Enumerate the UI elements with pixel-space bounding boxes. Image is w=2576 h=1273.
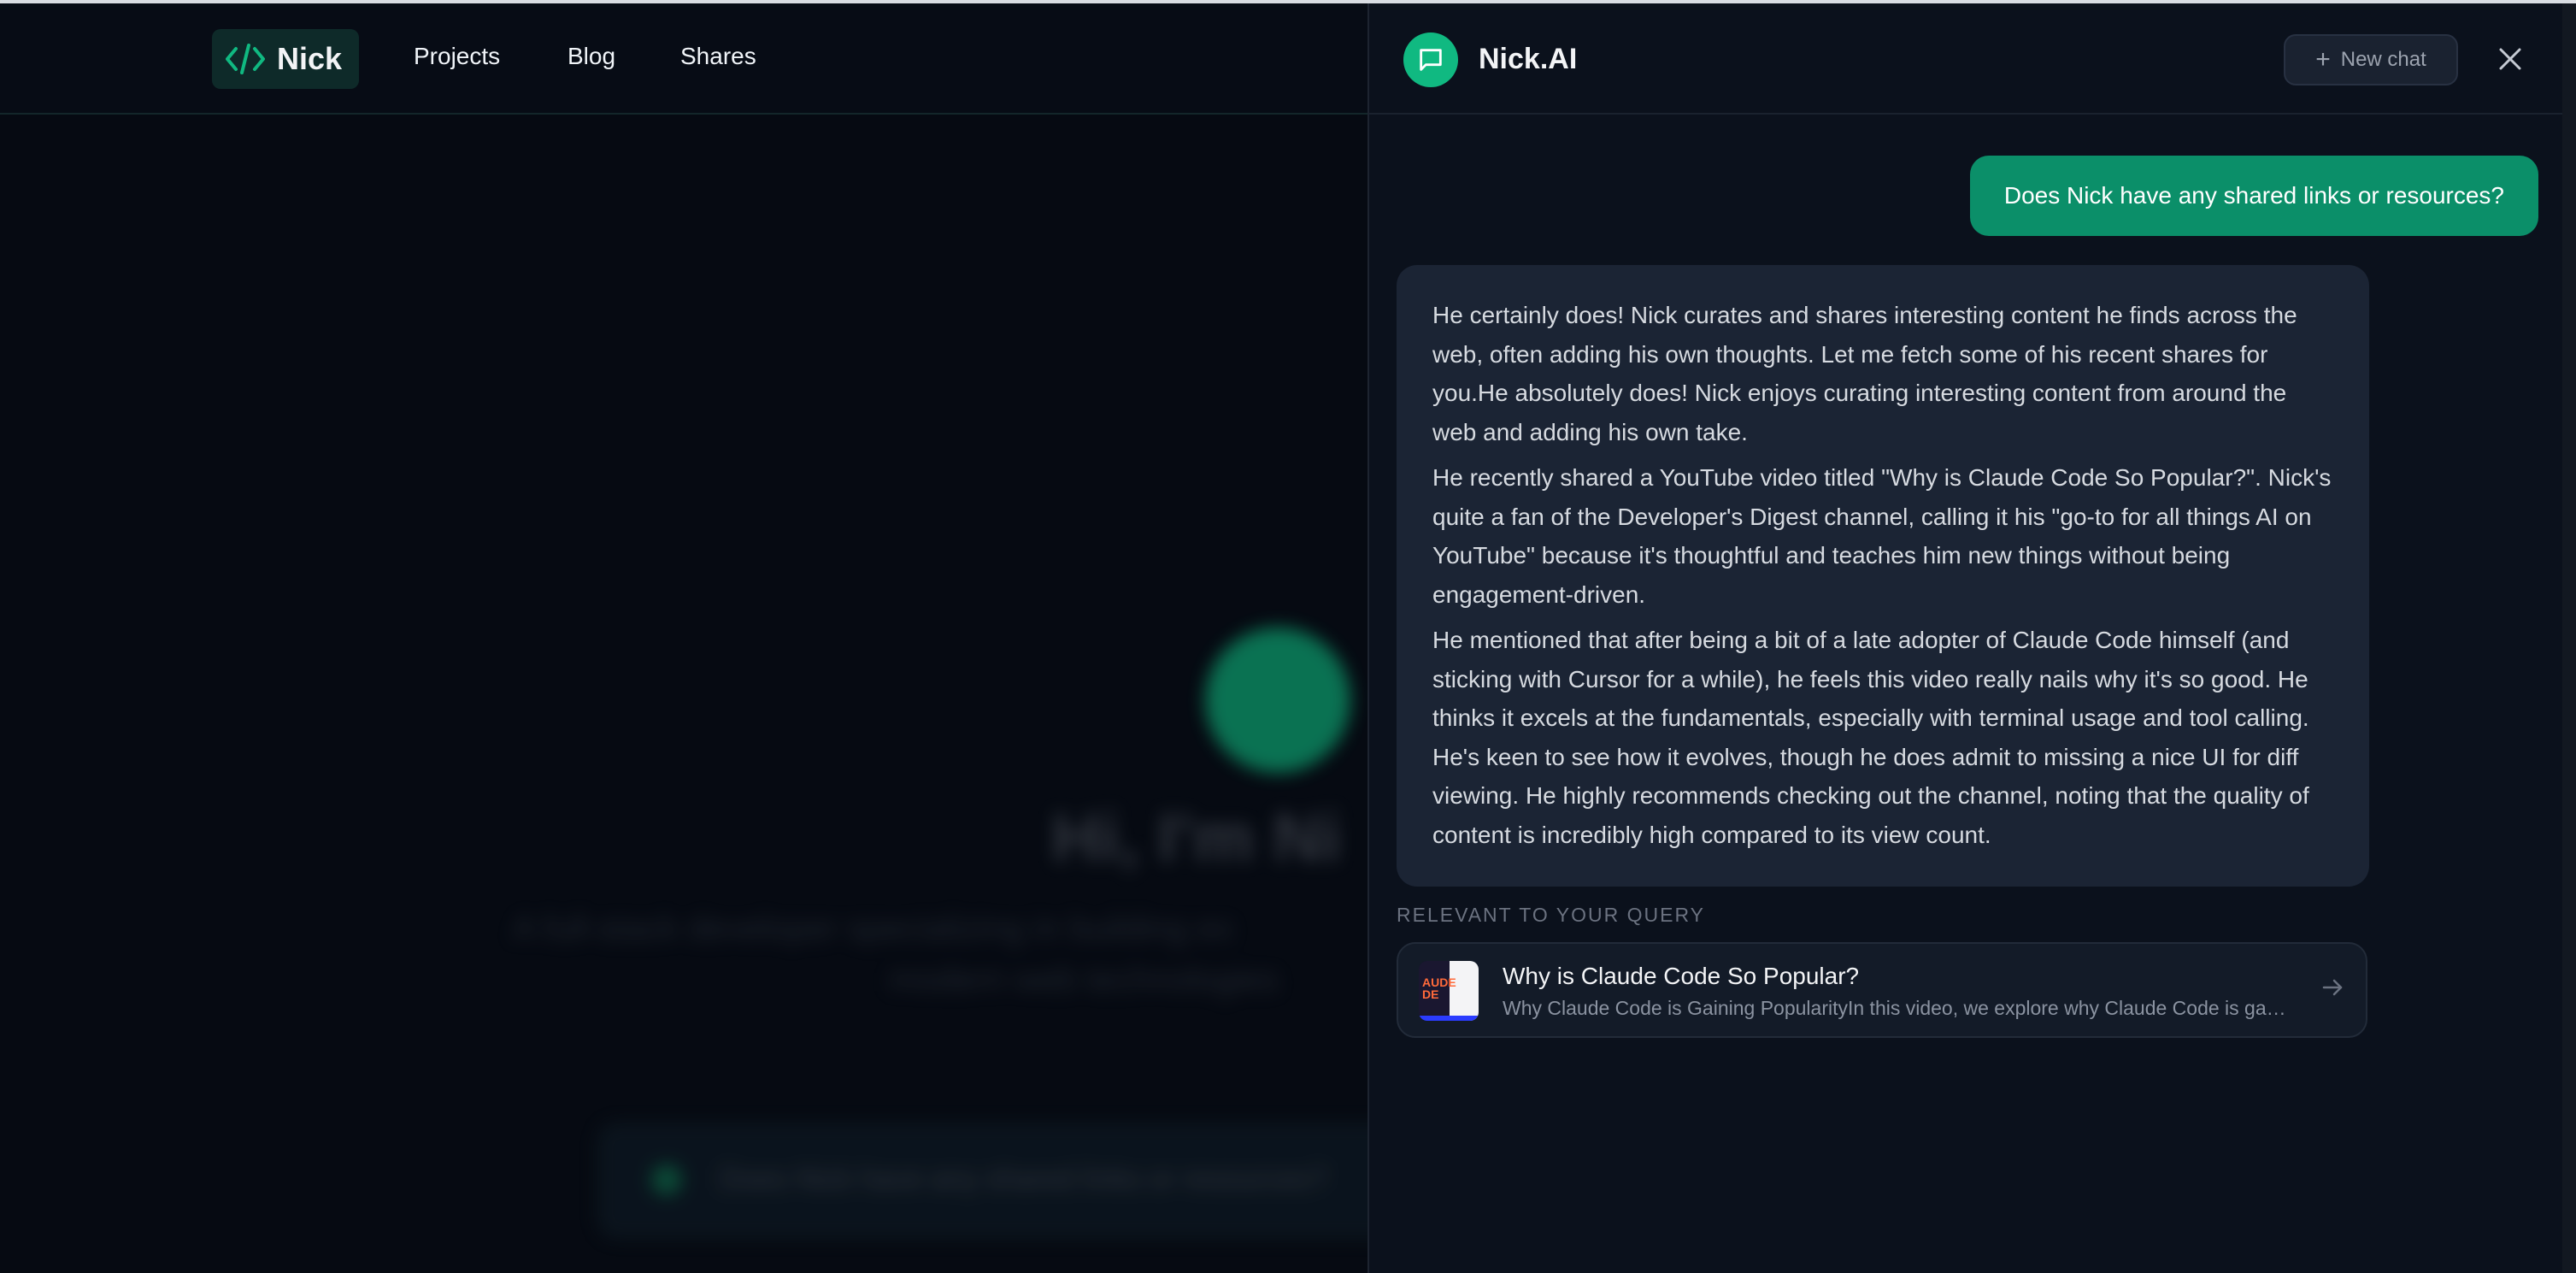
arrow-right-icon: [2322, 979, 2343, 996]
site-navbar: Nick Projects Blog Shares: [0, 3, 1367, 115]
hero-blurred: Hi, I'm Ni A full-stack developer specia…: [0, 115, 1367, 1273]
chat-panel: Nick.AI + New chat Does Nick have any sh…: [1367, 3, 2564, 1273]
hero-subtitle-line-2: modern web technologies: [889, 961, 1279, 999]
logo-text: Nick: [277, 41, 343, 76]
card-description: Why Claude Code is Gaining PopularityIn …: [1503, 997, 2289, 1019]
message-square-icon: [1420, 49, 1442, 71]
hero-title: Hi, I'm Ni: [1051, 799, 1342, 875]
card-title: Why is Claude Code So Popular?: [1503, 963, 1860, 989]
hero-input-text: Does Nick have any shared links or resou…: [720, 1163, 1327, 1195]
sparkle-icon: [651, 1164, 682, 1195]
assistant-paragraph: He recently shared a YouTube video title…: [1432, 464, 2332, 608]
hero-avatar: [1205, 628, 1350, 773]
assistant-paragraph: He certainly does! Nick curates and shar…: [1432, 302, 2297, 445]
background-site: Nick Projects Blog Shares Hi, I'm Ni A f…: [0, 3, 1367, 1273]
thumbnail-text: AUDE DE: [1422, 975, 1456, 1001]
nav-blog[interactable]: Blog: [568, 43, 615, 70]
assistant-paragraph: He mentioned that after being a bit of a…: [1432, 627, 2309, 848]
new-chat-button[interactable]: + New chat: [2284, 34, 2458, 85]
relevant-section-label: RELEVANT TO YOUR QUERY: [1397, 904, 1705, 926]
plus-icon: +: [2315, 45, 2331, 74]
window-top-border: [0, 0, 2576, 3]
hero-chat-input: Does Nick have any shared links or resou…: [598, 1123, 1367, 1238]
page-scrollbar[interactable]: [2562, 3, 2576, 1273]
nav-projects[interactable]: Projects: [414, 43, 500, 70]
close-icon: [2499, 48, 2521, 70]
user-message: Does Nick have any shared links or resou…: [1969, 156, 2538, 236]
chat-title: Nick.AI: [1479, 43, 1578, 75]
chat-avatar: [1403, 32, 1458, 87]
assistant-message: He certainly does! Nick curates and shar…: [1397, 265, 2369, 887]
code-brackets-icon: [226, 44, 265, 74]
chat-header: Nick.AI + New chat: [1369, 3, 2564, 115]
site-logo[interactable]: Nick: [212, 29, 359, 89]
hero-subtitle-line-1: A full-stack developer specializing in b…: [513, 910, 1233, 947]
video-thumbnail: AUDE DE: [1419, 961, 1479, 1021]
relevant-link-card[interactable]: AUDE DE Why is Claude Code So Popular? W…: [1397, 942, 2367, 1038]
new-chat-label: New chat: [2340, 48, 2426, 71]
nav-shares[interactable]: Shares: [680, 43, 756, 70]
close-button[interactable]: [2491, 39, 2530, 79]
